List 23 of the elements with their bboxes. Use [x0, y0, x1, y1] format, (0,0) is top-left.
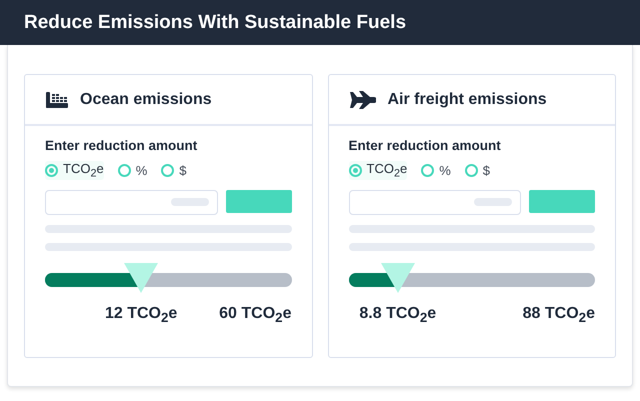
submit-button[interactable] [226, 190, 292, 213]
current-value: 8.8 TCO$_{2}$e [359, 304, 436, 325]
max-value: 88 TCO$_{2}$e [522, 304, 595, 325]
slider-handle[interactable] [380, 262, 415, 293]
unit-radio[interactable]: $ [464, 161, 490, 180]
unit-radio[interactable]: TCO$_{2}$e [348, 161, 408, 180]
ship-icon [46, 92, 68, 108]
field-label: Enter reduction amount [45, 138, 198, 153]
unit-radio[interactable]: TCO$_{2}$e [45, 161, 104, 180]
field-label: Enter reduction amount [348, 138, 502, 153]
page-title: Reduce Emissions With Sustainable Fuels [24, 12, 406, 34]
max-value: 60 TCO$_{2}$e [219, 304, 292, 325]
card-title: Air freight emissions [388, 90, 547, 108]
current-value: 12 TCO$_{2}$e [104, 304, 178, 325]
unit-radio[interactable]: % [421, 161, 451, 180]
input-field[interactable] [45, 190, 218, 215]
submit-button[interactable] [529, 190, 595, 213]
airplane-icon [350, 90, 376, 108]
card-title: Ocean emissions [80, 90, 212, 108]
unit-radio[interactable]: % [118, 161, 148, 180]
unit-radio[interactable]: $ [161, 161, 187, 180]
slider-handle[interactable] [124, 262, 158, 293]
input-field[interactable] [348, 190, 521, 215]
